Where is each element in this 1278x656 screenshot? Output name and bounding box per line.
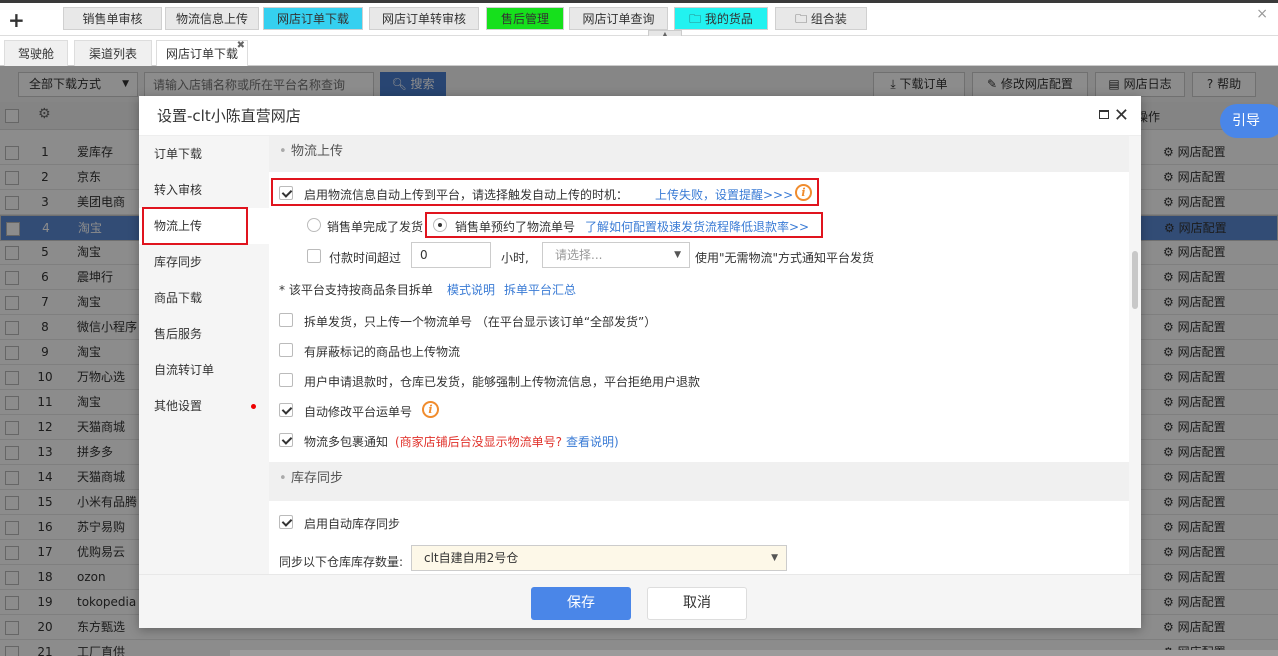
split-summary-link[interactable]: 拆单平台汇总: [504, 281, 576, 298]
notify-platform-text: 使用"无需物流"方式通知平台发货: [695, 251, 875, 265]
highlight-radio-box: [425, 212, 823, 238]
stock-section-header: • 库存同步: [269, 463, 1129, 495]
guide-button[interactable]: 引导: [1220, 104, 1278, 138]
tab-label: 网店订单转审核: [381, 12, 466, 26]
radio-delivery-complete-label: 销售单完成了发货: [327, 220, 424, 234]
folder-icon: 🗀: [689, 12, 705, 26]
tab-label: 网店订单下载: [165, 47, 238, 61]
mode-explain-link[interactable]: 模式说明: [447, 281, 495, 298]
top-tab-logistics-upload[interactable]: 物流信息上传: [165, 7, 259, 30]
tab-label: 物流信息上传: [175, 12, 248, 26]
tab-label: 组合装: [810, 12, 847, 26]
select-value: clt自建自用2号仓: [424, 551, 519, 565]
opt-split-single-label: 拆单发货，只上传一个物流单号 （在平台显示该订单“全部发货”）: [304, 315, 657, 329]
tab-channel-list[interactable]: 渠道列表: [74, 40, 152, 66]
top-tab-after-sales[interactable]: 售后管理: [486, 7, 564, 30]
opt-blocked-upload-checkbox[interactable]: [279, 343, 293, 357]
nav-self-flow-orders[interactable]: 自流转订单: [139, 352, 269, 388]
horizontal-scrollbar[interactable]: [230, 650, 1278, 656]
folder-icon: 🗀: [795, 12, 811, 26]
hours-input[interactable]: 0: [411, 242, 491, 268]
select-placeholder: 请选择...: [555, 248, 603, 262]
opt-auto-edit-waybill-checkbox[interactable]: [279, 403, 293, 417]
top-tab-combo[interactable]: 🗀 组合装: [775, 7, 867, 30]
opt-split-single-checkbox[interactable]: [279, 313, 293, 327]
caret-down-icon: ▼: [674, 250, 681, 260]
warehouse-select[interactable]: clt自建自用2号仓 ▼: [411, 545, 787, 571]
opt-multi-package-checkbox[interactable]: [279, 433, 293, 447]
enable-stock-sync-checkbox[interactable]: [279, 515, 293, 529]
top-tab-order-download[interactable]: 网店订单下载: [263, 7, 363, 30]
opt-force-upload-checkbox[interactable]: [279, 373, 293, 387]
notification-dot: [251, 404, 256, 409]
close-icon[interactable]: ×: [1256, 6, 1268, 22]
nav-after-sales[interactable]: 售后服务: [139, 316, 269, 352]
nav-label: 其他设置: [154, 399, 203, 413]
opt-multi-package-label: 物流多包裹通知: [304, 435, 389, 449]
top-tab-bar: + 销售单审核 物流信息上传 网店订单下载 网店订单转审核 售后管理 网店订单查…: [0, 0, 1278, 39]
radio-delivery-complete[interactable]: [307, 218, 321, 232]
opt-blocked-upload-label: 有屏蔽标记的商品也上传物流: [304, 345, 461, 359]
maximize-icon[interactable]: [1099, 110, 1109, 119]
settings-nav: 订单下载 转入审核 物流上传 库存同步 商品下载 售后服务 自流转订单 其他设置: [139, 136, 269, 574]
tab-label: 网店订单查询: [582, 12, 655, 26]
caret-down-icon: ▼: [771, 553, 778, 563]
nav-transfer-review[interactable]: 转入审核: [139, 172, 269, 208]
bullet-icon: •: [279, 471, 287, 486]
modal-title: 设置-clt小陈直营网店: [139, 96, 1141, 136]
logistics-section-header: • 物流上传: [269, 136, 1129, 168]
split-note: * 该平台支持按商品条目拆单: [279, 283, 433, 297]
tab-label: 驾驶舱: [17, 47, 54, 61]
stock-section-body: 启用自动库存同步 同步以下仓库库存数量: clt自建自用2号仓 ▼: [269, 501, 1129, 574]
pay-time-label: 付款时间超过: [329, 251, 402, 265]
save-button[interactable]: 保存: [531, 587, 631, 620]
tab-order-download[interactable]: 网店订单下载 ✖: [156, 40, 248, 66]
content-scrollbar[interactable]: [1129, 136, 1141, 574]
secondary-tab-bar: 驾驶舱 渠道列表 网店订单下载 ✖: [0, 36, 1278, 66]
opt-force-upload-label: 用户申请退款时，仓库已发货，能够强制上传物流信息，平台拒绝用户退款: [304, 375, 701, 389]
add-tab-icon[interactable]: +: [8, 8, 25, 32]
top-tab-order-query[interactable]: 网店订单查询: [569, 7, 668, 30]
settings-content: • 物流上传 启用物流信息自动上传到平台，请选择触发自动上传的时机： 上传失败，设…: [269, 136, 1141, 574]
enable-stock-sync-label: 启用自动库存同步: [304, 517, 401, 531]
close-tab-icon[interactable]: ✖: [237, 33, 245, 59]
nav-goods-download[interactable]: 商品下载: [139, 280, 269, 316]
hours-select[interactable]: 请选择... ▼: [542, 242, 690, 268]
top-tab-order-to-review[interactable]: 网店订单转审核: [369, 7, 479, 30]
tab-label: 我的货品: [704, 12, 753, 26]
top-tab-sales-review[interactable]: 销售单审核: [63, 7, 162, 30]
tab-label: 渠道列表: [88, 47, 137, 61]
tab-label: 销售单审核: [82, 12, 143, 26]
section-title: 库存同步: [291, 471, 344, 486]
pay-time-checkbox[interactable]: [307, 249, 321, 263]
info-icon[interactable]: i: [422, 401, 439, 418]
nav-other-settings[interactable]: 其他设置: [139, 388, 269, 424]
cancel-button[interactable]: 取消: [647, 587, 747, 620]
warehouse-label: 同步以下仓库库存数量:: [279, 555, 404, 569]
view-explanation-link[interactable]: 查看说明): [566, 433, 619, 450]
section-title: 物流上传: [291, 144, 344, 159]
settings-modal: 设置-clt小陈直营网店 ✕ 订单下载 转入审核 物流上传 库存同步 商品下载 …: [139, 96, 1141, 628]
hours-unit: 小时,: [501, 251, 529, 265]
close-icon[interactable]: ✕: [1114, 105, 1129, 126]
top-tab-my-goods[interactable]: 🗀 我的货品: [674, 7, 768, 30]
tab-label: 网店订单下载: [276, 12, 349, 26]
highlight-nav-box: [142, 207, 248, 245]
scrollbar-thumb[interactable]: [1132, 251, 1138, 309]
logistics-section-body: 启用物流信息自动上传到平台，请选择触发自动上传的时机： 上传失败，设置提醒>>>…: [269, 172, 1129, 462]
tab-cockpit[interactable]: 驾驶舱: [4, 40, 68, 66]
modal-footer: 保存 取消: [139, 574, 1141, 628]
highlight-enable-box: [271, 178, 819, 206]
opt-auto-edit-waybill-label: 自动修改平台运单号: [304, 405, 413, 419]
multi-package-warning: (商家店铺后台没显示物流单号?: [395, 435, 563, 449]
bullet-icon: •: [279, 144, 287, 159]
nav-stock-sync[interactable]: 库存同步: [139, 244, 269, 280]
nav-order-download[interactable]: 订单下载: [139, 136, 269, 172]
tab-label: 售后管理: [500, 12, 549, 26]
